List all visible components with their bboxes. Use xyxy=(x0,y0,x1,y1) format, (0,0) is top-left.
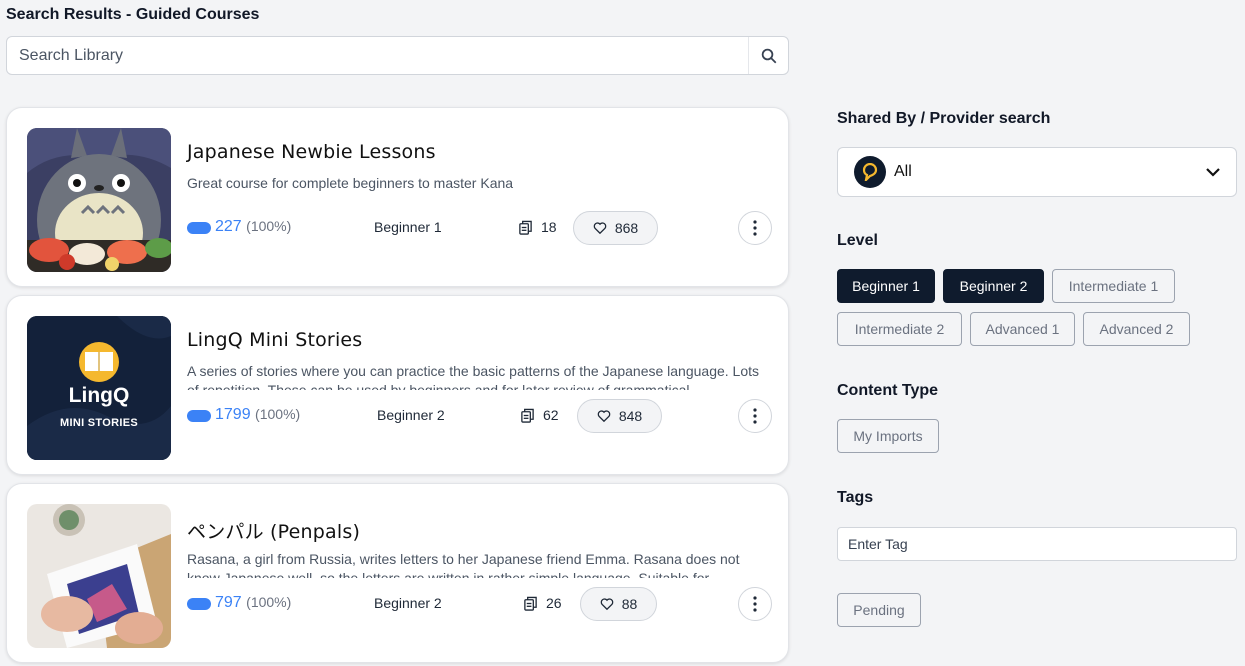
lingq-brand-text: LingQ xyxy=(68,384,130,407)
level-chip-advanced-1[interactable]: Advanced 1 xyxy=(970,312,1075,346)
known-words-pill-icon xyxy=(187,598,211,610)
like-button[interactable]: 868 xyxy=(573,211,658,245)
known-words-pill-icon xyxy=(187,410,211,422)
heart-icon xyxy=(593,222,607,235)
level-heading: Level xyxy=(837,232,878,249)
known-words-pill-icon xyxy=(187,222,211,234)
level-chip-beginner-1[interactable]: Beginner 1 xyxy=(837,269,935,303)
level-chip-beginner-2[interactable]: Beginner 2 xyxy=(943,269,1044,303)
content-type-chip-my-imports[interactable]: My Imports xyxy=(837,419,939,453)
lesson-count: 26 xyxy=(523,595,562,611)
level-chip-intermediate-2[interactable]: Intermediate 2 xyxy=(837,312,962,346)
heart-icon xyxy=(600,598,613,611)
lessons-icon xyxy=(519,220,532,235)
course-stats: 1799 (100%) Beginner 2 62 848 xyxy=(187,399,772,433)
heart-icon xyxy=(597,410,611,423)
course-description: Rasana, a girl from Russia, writes lette… xyxy=(187,551,740,578)
level-chip-intermediate-1[interactable]: Intermediate 1 xyxy=(1052,269,1175,303)
lesson-count: 62 xyxy=(520,407,559,423)
search-icon xyxy=(761,48,776,63)
like-button[interactable]: 848 xyxy=(577,399,662,433)
course-thumbnail[interactable]: LingQ MINI STORIES xyxy=(27,316,171,460)
search-input[interactable] xyxy=(7,46,748,65)
more-vertical-icon xyxy=(753,596,757,612)
course-thumbnail[interactable] xyxy=(27,128,171,272)
page-title: Search Results - Guided Courses xyxy=(6,6,260,23)
course-level: Beginner 2 xyxy=(374,595,442,611)
tag-input[interactable] xyxy=(838,528,1236,560)
lingq-logo-icon xyxy=(854,156,886,188)
course-description: A series of stories where you can practi… xyxy=(187,363,760,390)
content-type-heading: Content Type xyxy=(837,382,939,399)
tags-heading: Tags xyxy=(837,489,874,506)
course-card[interactable]: ペンパル (Penpals) Rasana, a girl from Russi… xyxy=(6,483,789,663)
lessons-icon xyxy=(521,408,534,423)
tag-field-wrapper xyxy=(837,527,1237,561)
provider-value: All xyxy=(894,163,912,180)
pending-button[interactable]: Pending xyxy=(837,593,921,627)
more-vertical-icon xyxy=(753,408,757,424)
course-stats: 227 (100%) Beginner 1 18 868 xyxy=(187,211,772,245)
search-button[interactable] xyxy=(748,37,788,74)
search-bar xyxy=(6,36,789,75)
more-options-button[interactable] xyxy=(738,211,772,245)
known-words: 227 (100%) xyxy=(215,218,292,235)
known-words: 1799 (100%) xyxy=(215,406,301,423)
course-title[interactable]: ペンパル (Penpals) xyxy=(187,517,360,544)
lesson-count: 18 xyxy=(518,219,557,235)
like-button[interactable]: 88 xyxy=(580,587,657,621)
course-level: Beginner 2 xyxy=(377,407,445,423)
course-stats: 797 (100%) Beginner 2 26 88 xyxy=(187,587,772,621)
more-vertical-icon xyxy=(753,220,757,236)
level-chip-advanced-2[interactable]: Advanced 2 xyxy=(1083,312,1190,346)
lessons-icon xyxy=(524,596,537,611)
course-card[interactable]: Japanese Newbie Lessons Great course for… xyxy=(6,107,789,287)
course-thumbnail[interactable] xyxy=(27,504,171,648)
chevron-down-icon xyxy=(1206,167,1220,177)
course-level: Beginner 1 xyxy=(374,219,442,235)
more-options-button[interactable] xyxy=(738,587,772,621)
course-description: Great course for complete beginners to m… xyxy=(187,175,514,191)
more-options-button[interactable] xyxy=(738,399,772,433)
course-title[interactable]: Japanese Newbie Lessons xyxy=(187,141,436,163)
course-title[interactable]: LingQ Mini Stories xyxy=(187,329,362,351)
mini-stories-caption: MINI STORIES xyxy=(60,417,138,429)
known-words: 797 (100%) xyxy=(215,594,292,611)
provider-heading: Shared By / Provider search xyxy=(837,110,1051,127)
provider-select[interactable]: All xyxy=(837,147,1237,197)
course-card[interactable]: LingQ MINI STORIES LingQ Mini Stories A … xyxy=(6,295,789,475)
